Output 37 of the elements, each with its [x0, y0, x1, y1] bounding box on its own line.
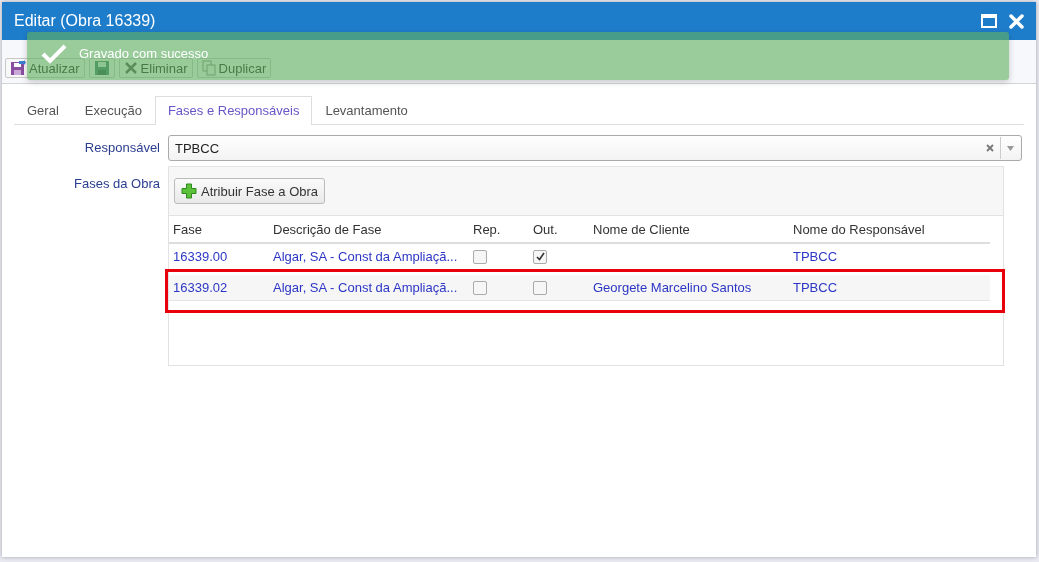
caret-icon[interactable]	[1007, 145, 1014, 151]
check-icon	[41, 44, 67, 64]
table-cell[interactable]: 16339.00	[169, 249, 269, 264]
tab[interactable]: Fases e Responsáveis	[154, 96, 313, 125]
field-label: Fases da Obra	[73, 175, 161, 193]
column-header: Nome de Cliente	[592, 221, 691, 237]
field-label: Responsável	[83, 139, 161, 157]
cross-icon	[123, 61, 138, 75]
clear-icon[interactable]	[986, 144, 994, 152]
tab[interactable]: Execução	[71, 96, 155, 124]
plus-icon	[181, 183, 197, 199]
tab[interactable]: Geral	[14, 96, 72, 124]
copy-icon	[201, 60, 216, 76]
add-phase-button[interactable]: Atribuir Fase a Obra	[174, 178, 326, 204]
column-header: Rep.	[472, 221, 502, 237]
checkbox[interactable]	[473, 280, 487, 295]
select-value: TPBCC	[175, 140, 221, 156]
table-cell[interactable]: Algar, SA - Const da Ampliaçã...	[269, 249, 469, 264]
responsavel-select[interactable]: TPBCC	[168, 135, 1022, 161]
column-header: Out.	[532, 221, 559, 237]
table-cell[interactable]: Algar, SA - Const da Ampliaçã...	[269, 280, 469, 295]
table-cell[interactable]: Georgete Marcelino Santos	[589, 280, 789, 295]
maximize-icon[interactable]	[981, 14, 997, 28]
table-cell[interactable]: TPBCC	[789, 249, 990, 264]
checkbox[interactable]	[533, 249, 547, 264]
column-header: Descrição de Fase	[272, 221, 383, 237]
table-cell[interactable]: TPBCC	[789, 280, 990, 295]
close-icon[interactable]	[1009, 13, 1024, 29]
table-cell[interactable]: 16339.02	[169, 280, 269, 295]
save-button[interactable]	[88, 58, 115, 78]
tab[interactable]: Levantamento	[312, 96, 421, 124]
column-header: Fase	[172, 221, 203, 237]
checkbox[interactable]	[533, 280, 547, 295]
checkbox[interactable]	[473, 249, 487, 264]
column-header: Nome do Responsável	[792, 221, 926, 237]
window-title: Editar (Obra 16339)	[14, 12, 156, 30]
toast-message: Gravado com sucesso	[79, 46, 209, 61]
